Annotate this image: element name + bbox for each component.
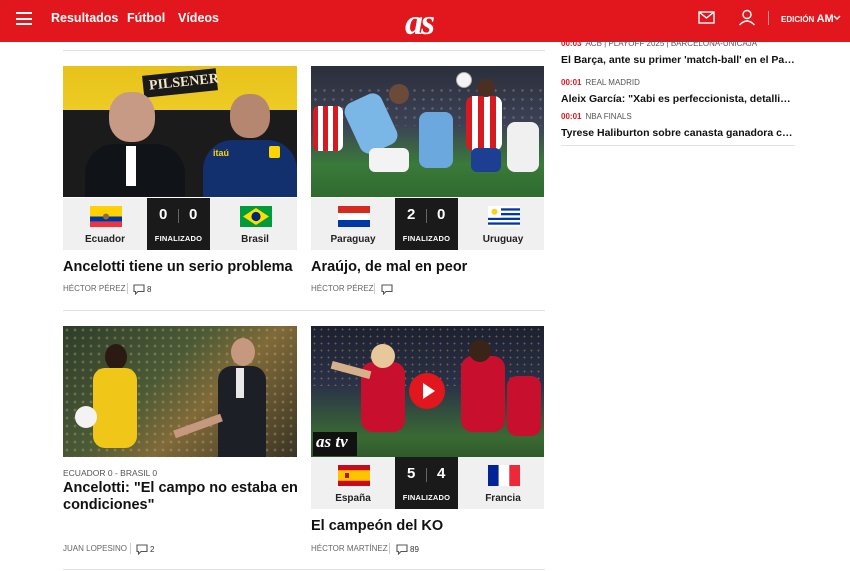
news-time: 00:01 [561, 112, 582, 121]
home-team: Ecuador [63, 198, 147, 250]
team-name: España [335, 493, 371, 504]
nav-resultados[interactable]: Resultados [51, 11, 118, 25]
scoreboard[interactable]: España 5 4 FINALIZADO Francia [311, 457, 544, 509]
comment-icon[interactable] [396, 544, 408, 555]
news-section: NBA FINALS [585, 112, 632, 121]
menu-icon[interactable] [16, 12, 32, 25]
news-section: REAL MADRID [585, 78, 640, 87]
article-headline[interactable]: Ancelotti tiene un serio problema [63, 259, 297, 276]
match-status: FINALIZADO [402, 493, 451, 502]
sponsor-text: itaú [213, 148, 230, 158]
sidebar-news-item[interactable]: 00:03 ACB | PLAYOFF 2025 | BARCELONA-UNIC… [561, 33, 795, 66]
header-divider [768, 11, 769, 25]
sidebar-news-item[interactable]: 00:01 NBA FINALS Tyrese Haliburton sobre … [561, 106, 795, 139]
news-time: 00:03 [561, 39, 582, 48]
comment-icon[interactable] [133, 284, 145, 295]
article-image[interactable]: PILSENER itaú [63, 66, 297, 197]
news-section: ACB | PLAYOFF 2025 | BARCELONA-UNICAJA [585, 39, 758, 48]
away-score: 0 [189, 206, 198, 223]
home-team: Paraguay [311, 198, 395, 250]
match-status: FINALIZADO [402, 234, 451, 243]
team-name: Brasil [241, 234, 269, 245]
nav-futbol[interactable]: Fútbol [127, 11, 165, 25]
site-logo[interactable]: as [405, 1, 435, 43]
play-icon[interactable] [422, 382, 436, 400]
away-team: Uruguay [461, 198, 545, 250]
score-panel: 2 0 FINALIZADO [395, 198, 458, 250]
news-title[interactable]: Aleix García: "Xabi es perfeccionista, d… [561, 93, 795, 105]
match-status: FINALIZADO [154, 234, 203, 243]
away-team: Brasil [213, 198, 297, 250]
spain-flag-icon [338, 465, 370, 486]
article-headline[interactable]: Ancelotti: "El campo no estaba en condic… [63, 480, 303, 514]
home-score: 2 [407, 206, 416, 223]
scoreboard[interactable]: Paraguay 2 0 FINALIZADO Uruguay [311, 198, 544, 250]
away-team: Francia [461, 457, 545, 509]
comment-count[interactable]: 2 [150, 545, 154, 554]
article-author[interactable]: JUAN LOPESINO [63, 544, 127, 553]
nav-videos[interactable]: Vídeos [178, 11, 219, 25]
scoreboard[interactable]: Ecuador 0 0 FINALIZADO Brasil [63, 198, 297, 250]
article-author[interactable]: HÉCTOR PÉREZ [311, 284, 374, 293]
home-score: 5 [407, 465, 416, 482]
news-time: 00:01 [561, 78, 582, 87]
ecuador-flag-icon [90, 206, 122, 227]
news-title[interactable]: El Barça, ante su primer 'match-ball' en… [561, 54, 795, 66]
article-headline[interactable]: El campeón del KO [311, 518, 544, 535]
as-tv-label: as tv [316, 432, 348, 451]
team-name: Uruguay [482, 234, 524, 245]
comment-count[interactable]: 8 [147, 285, 151, 294]
sidebar-news-item[interactable]: 00:01 REAL MADRID Aleix García: "Xabi es … [561, 72, 795, 105]
article-image[interactable] [63, 326, 297, 457]
article-author[interactable]: HÉCTOR MARTÍNEZ [311, 544, 388, 553]
away-score: 4 [437, 465, 446, 482]
article-image[interactable] [311, 66, 544, 197]
away-score: 0 [437, 206, 446, 223]
uruguay-flag-icon [488, 206, 520, 227]
comment-icon[interactable] [381, 284, 393, 295]
user-icon[interactable] [738, 9, 756, 26]
edition-selector[interactable]: EDICIÓN AM [781, 13, 834, 25]
edition-label: EDICIÓN [781, 15, 815, 24]
article-author[interactable]: HÉCTOR PÉREZ [63, 284, 126, 293]
divider [63, 569, 545, 570]
home-team: España [311, 457, 395, 509]
comment-icon[interactable] [136, 544, 148, 555]
team-name: Ecuador [84, 234, 125, 245]
chevron-down-icon[interactable] [833, 15, 841, 21]
divider [63, 310, 545, 311]
team-name: Francia [485, 493, 521, 504]
article-image[interactable]: as tv [311, 326, 544, 457]
paraguay-flag-icon [338, 206, 370, 227]
divider [561, 145, 795, 146]
mail-icon[interactable] [698, 11, 715, 24]
news-title[interactable]: Tyrese Haliburton sobre canasta ganadora… [561, 127, 795, 139]
brasil-flag-icon [240, 206, 272, 227]
france-flag-icon [488, 465, 520, 486]
article-headline[interactable]: Araújo, de mal en peor [311, 259, 544, 276]
comment-count[interactable]: 89 [410, 545, 419, 554]
home-score: 0 [159, 206, 168, 223]
score-panel: 0 0 FINALIZADO [147, 198, 210, 250]
divider [63, 50, 545, 51]
article-kicker[interactable]: ECUADOR 0 - BRASIL 0 [63, 468, 157, 478]
edition-value: AM [816, 13, 834, 25]
score-panel: 5 4 FINALIZADO [395, 457, 458, 509]
team-name: Paraguay [330, 234, 376, 245]
